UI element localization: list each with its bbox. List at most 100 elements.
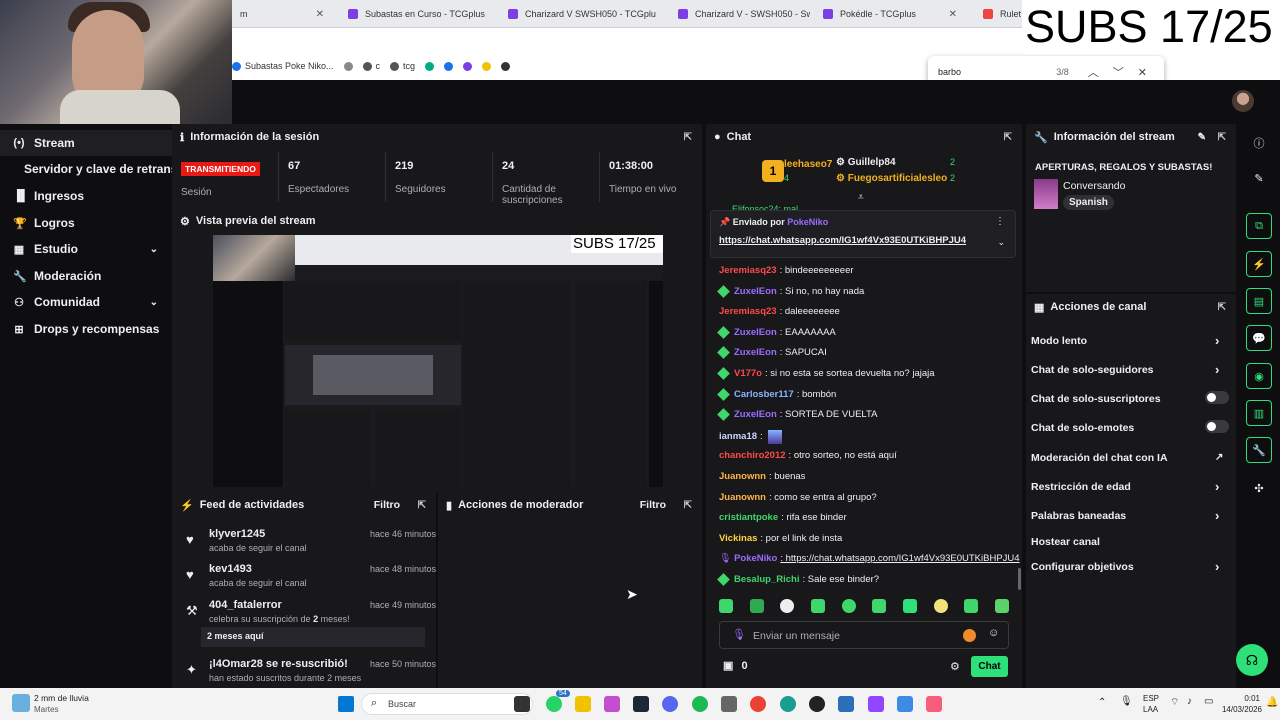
bookmark-item[interactable] [444,61,454,71]
chat-message[interactable]: ZuxelEon: Si no, no hay nada [717,284,864,298]
feed-filter-button[interactable]: Filtro [374,499,400,511]
tab-close-icon[interactable]: ✕ [316,9,324,20]
chat-message[interactable]: 🎙 PokeNiko: https://chat.whatsapp.com/IG1… [719,553,1020,564]
emote-icon[interactable] [749,599,764,613]
bookmark-item[interactable] [463,61,473,71]
notifications-icon[interactable]: 🔔 [1266,697,1278,708]
chat-bubble-icon[interactable]: 💬 [1246,325,1272,351]
windows-start-icon[interactable] [338,696,354,712]
emote-icon[interactable] [810,599,825,613]
popout-icon[interactable]: ⇱ [1218,132,1226,143]
volume-icon[interactable]: ♪ [1187,696,1192,707]
bits-icon[interactable] [963,629,976,642]
category-name[interactable]: Conversando [1063,180,1125,192]
popout-icon[interactable]: ⇱ [1004,132,1012,143]
channel-action-item[interactable]: Modo lento › [1031,333,1231,348]
bookmark-item[interactable] [482,61,492,71]
bookmark-item[interactable]: tcg [390,61,415,71]
bookmark-item[interactable]: c [362,61,380,71]
help-icon[interactable]: ☊ [1236,644,1268,676]
wifi-icon[interactable]: ⌔ [1170,696,1179,709]
chat-username[interactable]: ZuxelEon [734,286,777,297]
broadcast-icon[interactable]: ◉ [1246,363,1272,389]
avatar[interactable] [1232,90,1254,112]
feed-item[interactable]: ✦ ¡l4Omar28 se re-suscribió! hace 50 minut… [176,658,436,686]
chat-message[interactable]: V177o: si no esta se sortea devuelta no?… [717,367,935,380]
layout-icon[interactable]: ▥ [1246,400,1272,426]
chat-username[interactable]: Jeremiasq23 [719,306,777,317]
pinned-link[interactable]: https://chat.whatsapp.com/IG1wf4Vx93E0UT… [719,235,966,246]
chevron-down-icon[interactable]: ⌄ [150,297,158,308]
chat-message[interactable]: Juanownn: como se entra al grupo? [719,492,877,503]
discord-icon[interactable] [662,696,678,712]
find-query[interactable]: barbo [938,67,961,77]
sidebar-item[interactable]: 🏆 Logros [0,210,172,236]
chat-username[interactable]: ZuxelEon [734,347,777,358]
chevron-right-icon[interactable]: › [1215,508,1219,523]
leader-3-name[interactable]: ⚙ Fuegosartificialesleo [836,173,947,184]
feed-item[interactable]: ⚒ 404_fatalerror hace 49 minutos celebra su… [176,599,436,647]
channel-action-item[interactable]: Configurar objetivos › [1031,559,1231,574]
chat-username[interactable]: Juanownn [719,471,766,482]
input-language[interactable]: ESP [1143,694,1159,703]
chat-scrollbar[interactable] [1018,568,1021,590]
sidebar-item[interactable]: ▦ Estudio ⌄ [0,236,172,262]
chat-text[interactable]: : https://chat.whatsapp.com/IG1wf4Vx93E0… [780,553,1019,564]
toggle-switch[interactable] [1205,420,1229,433]
bookmark-item[interactable] [425,61,435,71]
chat-message[interactable]: Besalup_Richi: Sale ese binder? [717,573,879,586]
chat-message[interactable]: Jeremiasq23: bindeeeeeeeeer [719,265,854,276]
feed-item[interactable]: ♥ kev1493 hace 48 minutos acaba de seguir e… [176,563,436,603]
popout-icon[interactable]: ⇱ [684,500,692,511]
bookmark-item[interactable] [343,61,353,71]
popout-icon[interactable]: ⇱ [1218,302,1226,313]
sidebar-item[interactable]: 🔧 Moderación [0,263,172,289]
browser-tab[interactable]: Charizard V - SWSH050 - Swor✕ [670,0,810,28]
clip-icon[interactable]: ⧉ [1246,213,1272,239]
channel-action-item[interactable]: Chat de solo-seguidores › [1031,362,1231,377]
find-next-icon[interactable]: ﹀ [1113,64,1124,80]
chat-message[interactable]: ianma18: [719,429,782,444]
chat-username[interactable]: Juanownn [719,492,766,503]
steam-icon[interactable] [633,696,649,712]
calculator-icon[interactable] [721,696,737,712]
edit-icon[interactable]: ✎ [1246,165,1272,191]
chat-input[interactable]: 🎙 Enviar un mensaje ☺ [719,621,1009,649]
tab-close-icon[interactable]: ✕ [949,9,957,20]
file-explorer-icon[interactable] [575,696,591,712]
pinned-message[interactable]: 📌 Enviado por PokeNiko ⋮ https://chat.wh… [710,210,1016,258]
sidebar-item[interactable]: (•) Stream [0,130,172,156]
channel-action-item[interactable]: Hostear canal [1031,536,1231,548]
bookmark-item[interactable] [501,61,511,71]
emote-icon[interactable] [841,599,856,613]
emote-icon[interactable] [933,599,948,613]
chat-message[interactable]: ZuxelEon: SORTEA DE VUELTA [717,408,877,422]
sidebar-item[interactable]: ▐▌ Ingresos [0,183,172,209]
pin-options-icon[interactable]: ⋮ [995,216,1005,227]
popout-icon[interactable]: ⇱ [684,132,692,143]
chat-username[interactable]: cristiantpoke [719,512,778,523]
chat-username[interactable]: chanchiro2012 [719,450,786,461]
info-icon[interactable]: ⓘ [1246,130,1272,156]
chat-send-button[interactable]: Chat [971,656,1008,677]
chat-message[interactable]: ZuxelEon: EAAAAAAA [717,325,836,339]
browser-tab[interactable]: Rulet [975,0,1025,28]
chat-message[interactable]: Juanownn: buenas [719,471,805,482]
music-icon[interactable] [926,696,942,712]
stream-preview-image[interactable]: SUBS 17/25 [213,235,663,487]
sidebar-item[interactable]: ⚇ Comunidad ⌄ [0,289,172,315]
edit-icon[interactable]: ✎ [1198,132,1206,143]
chevron-up-icon[interactable]: ⌃ [1098,697,1106,708]
browser-tab[interactable]: Pokédle - TCGplus ✕ [815,0,965,28]
chevron-right-icon[interactable]: › [1215,559,1219,574]
task-view-icon[interactable] [514,696,530,712]
channel-action-item[interactable]: Palabras baneadas › [1031,508,1231,523]
emote-icon[interactable] [872,599,887,613]
emote-icon[interactable] [780,599,795,613]
channel-action-item[interactable]: Restricción de edad › [1031,479,1231,494]
emote-icon[interactable] [902,599,917,613]
app-icon[interactable] [897,696,913,712]
channel-action-item[interactable]: Chat de solo-emotes [1031,420,1231,434]
emote-picker-icon[interactable]: ☺ [988,627,999,639]
settings-icon[interactable]: ⚙ [950,660,960,673]
